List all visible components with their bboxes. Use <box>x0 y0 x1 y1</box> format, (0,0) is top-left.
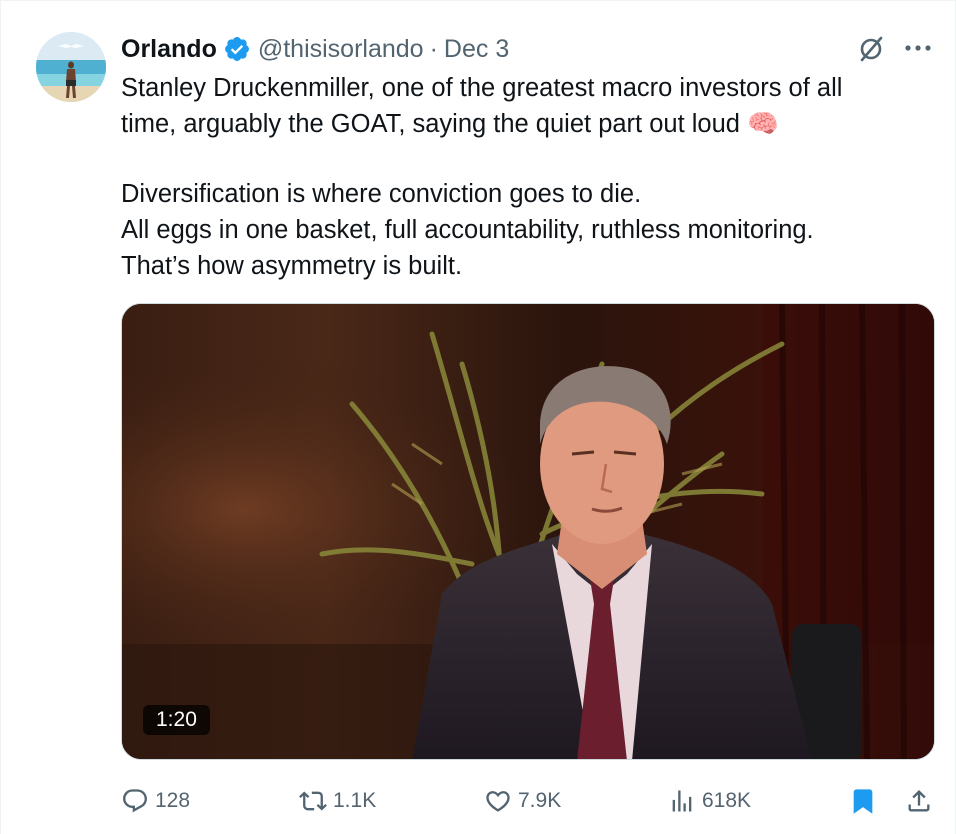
grok-icon[interactable] <box>856 34 886 64</box>
tweet-text-line: Diversification is where conviction goes… <box>121 180 642 208</box>
avatar[interactable] <box>36 32 106 102</box>
reply-count: 128 <box>155 789 191 812</box>
repost-button[interactable]: 1.1K <box>299 781 376 821</box>
tweet-text-line: time, arguably the GOAT, saying the quie… <box>121 110 779 138</box>
tweet-text-line: All eggs in one basket, full accountabil… <box>121 216 814 244</box>
video-player[interactable]: 1:20 <box>121 303 935 760</box>
video-duration: 1:20 <box>143 705 210 735</box>
tweet-date[interactable]: Dec 3 <box>444 35 509 64</box>
like-button[interactable]: 7.9K <box>484 781 561 821</box>
share-icon <box>908 790 930 812</box>
author-name[interactable]: Orlando <box>121 35 217 64</box>
action-bar: 128 1.1K 7.9K 618K <box>121 781 941 821</box>
views-button[interactable]: 618K <box>668 781 751 821</box>
video-thumbnail <box>122 304 934 759</box>
tweet-card[interactable]: Orlando @thisisorlando · Dec 3 Stanley D… <box>0 0 956 834</box>
views-count: 618K <box>702 789 752 812</box>
repost-icon <box>299 791 327 811</box>
tweet-text-line: That’s how asymmetry is built. <box>121 252 463 280</box>
tweet-text: Stanley Druckenmiller, one of the greate… <box>121 70 931 284</box>
repost-count: 1.1K <box>333 789 377 812</box>
more-icon[interactable] <box>903 38 933 58</box>
verified-badge-icon <box>223 35 251 63</box>
heart-icon <box>486 791 510 812</box>
bookmark-icon <box>853 789 873 814</box>
reply-icon <box>123 789 147 813</box>
share-button[interactable] <box>905 781 939 821</box>
bookmark-button[interactable] <box>849 781 883 821</box>
separator-dot: · <box>429 34 438 63</box>
author-handle[interactable]: @thisisorlando <box>258 35 424 64</box>
like-count: 7.9K <box>518 789 562 812</box>
views-icon <box>672 790 692 812</box>
reply-button[interactable]: 128 <box>121 781 190 821</box>
tweet-text-line: Stanley Druckenmiller, one of the greate… <box>121 74 843 102</box>
tweet-header: Orlando @thisisorlando · Dec 3 <box>121 31 509 67</box>
